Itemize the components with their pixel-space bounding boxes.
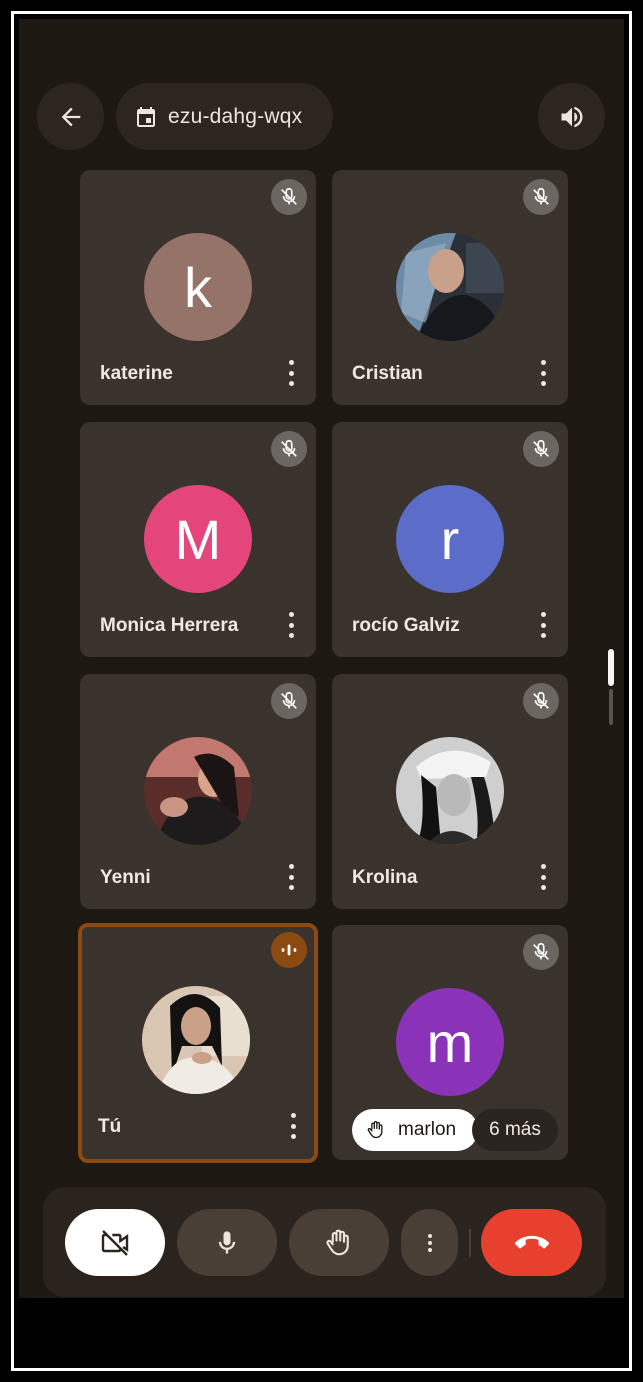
participant-name: katerine <box>100 363 173 384</box>
participant-name: rocío Galviz <box>352 615 460 636</box>
avatar-photo <box>144 737 252 845</box>
more-options-icon[interactable] <box>286 360 296 386</box>
speaking-indicator-icon <box>271 932 307 968</box>
call-controls-bar <box>43 1187 606 1297</box>
scrollbar-thumb[interactable] <box>608 649 614 686</box>
divider <box>469 1229 471 1257</box>
more-vert-icon <box>427 1233 432 1252</box>
mic-toggle-button[interactable] <box>177 1209 277 1276</box>
participant-name: Tú <box>98 1116 122 1137</box>
speaker-icon <box>561 106 582 127</box>
bottom-bar-area <box>19 1298 624 1364</box>
avatar: M <box>144 485 252 593</box>
meeting-code-button[interactable]: ezu-dahg-wqx <box>116 83 333 150</box>
self-tile[interactable]: Tú <box>78 923 318 1163</box>
mic-off-icon <box>523 934 559 970</box>
participant-tile[interactable]: r rocío Galviz <box>332 422 568 657</box>
avatar: r <box>396 485 504 593</box>
participant-tile[interactable]: k katerine <box>80 170 316 405</box>
avatar: m <box>396 988 504 1096</box>
participant-name: Krolina <box>352 867 418 888</box>
avatar-photo <box>142 986 250 1094</box>
end-call-icon <box>514 1235 549 1248</box>
mic-off-icon <box>271 431 307 467</box>
participant-name: Cristian <box>352 363 423 384</box>
raised-hand-chip[interactable]: marlon <box>352 1109 478 1151</box>
participant-tile[interactable]: Yenni <box>80 674 316 909</box>
camera-toggle-button[interactable] <box>65 1209 165 1276</box>
participant-tile[interactable]: Krolina <box>332 674 568 909</box>
more-options-icon[interactable] <box>538 612 548 638</box>
participant-tile[interactable]: Cristian <box>332 170 568 405</box>
more-options-icon[interactable] <box>538 360 548 386</box>
more-participants-chip[interactable]: 6 más <box>472 1109 558 1151</box>
raise-hand-button[interactable] <box>289 1209 389 1276</box>
raise-hand-icon <box>326 1228 349 1255</box>
raise-hand-icon <box>367 1121 383 1139</box>
mic-off-icon <box>271 179 307 215</box>
arrow-left-icon <box>61 107 80 126</box>
avatar: k <box>144 233 252 341</box>
mic-off-icon <box>523 179 559 215</box>
meeting-code-text: ezu-dahg-wqx <box>168 104 303 128</box>
calendar-icon <box>137 106 155 127</box>
more-options-icon[interactable] <box>288 1113 298 1139</box>
more-options-icon[interactable] <box>538 864 548 890</box>
participant-tile[interactable]: M Monica Herrera <box>80 422 316 657</box>
raised-hand-name: marlon <box>398 1119 457 1140</box>
participant-name: Yenni <box>100 867 151 888</box>
mic-off-icon <box>271 683 307 719</box>
more-options-icon[interactable] <box>286 864 296 890</box>
end-call-button[interactable] <box>481 1209 582 1276</box>
mic-off-icon <box>523 431 559 467</box>
camera-off-icon <box>101 1229 129 1256</box>
avatar-photo <box>396 737 504 845</box>
mic-icon <box>218 1230 236 1253</box>
more-options-icon[interactable] <box>286 612 296 638</box>
scrollbar-track[interactable] <box>609 689 613 725</box>
avatar-photo <box>396 233 504 341</box>
more-options-button[interactable] <box>401 1209 458 1276</box>
speaker-button[interactable] <box>538 83 605 150</box>
mic-off-icon <box>523 683 559 719</box>
back-button[interactable] <box>37 83 104 150</box>
participant-name: Monica Herrera <box>100 615 239 636</box>
